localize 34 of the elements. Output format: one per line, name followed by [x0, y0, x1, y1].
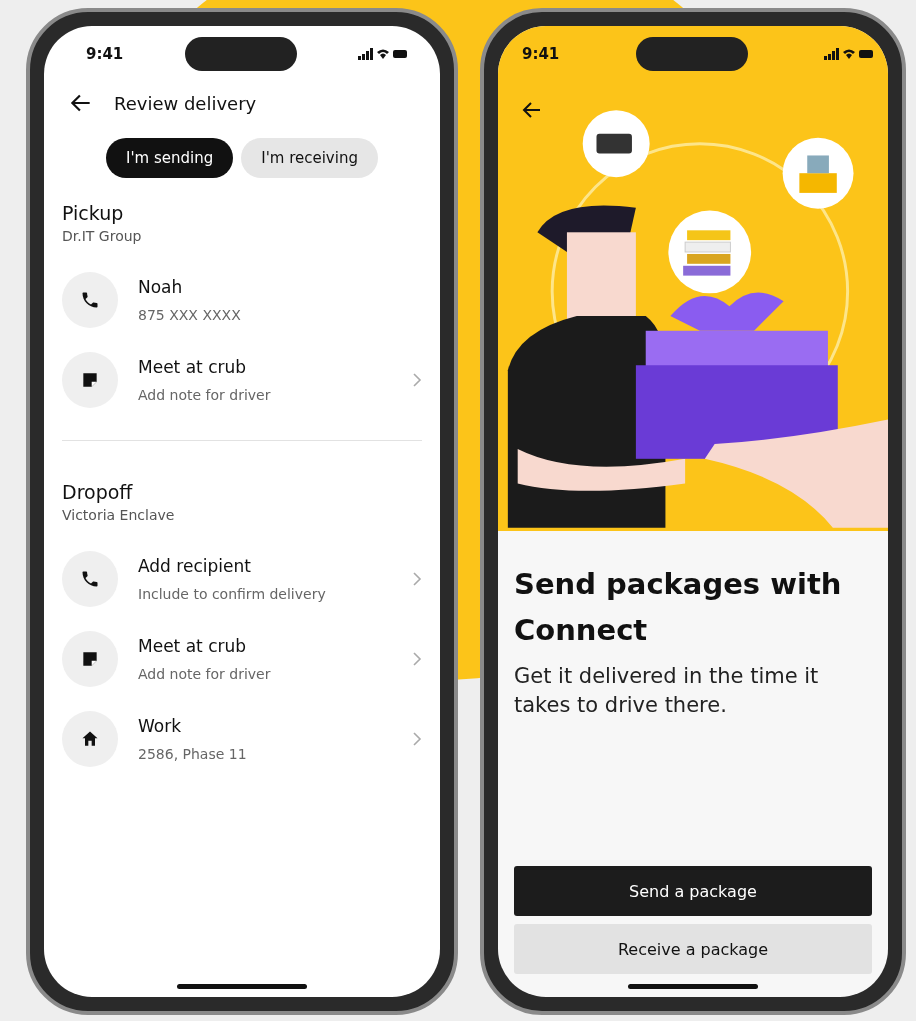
row-detail: Include to confirm delivery	[138, 586, 327, 602]
chevron-icon[interactable]	[412, 571, 422, 587]
chevron-icon[interactable]	[412, 372, 422, 388]
home-icon	[62, 711, 118, 767]
chevron-icon[interactable]	[412, 731, 422, 747]
role-tab[interactable]: I'm receiving	[241, 138, 378, 178]
row-title: Meet at crub	[138, 357, 248, 377]
phone-icon	[62, 551, 118, 607]
row-detail: Add note for driver	[138, 387, 272, 403]
row-title: Work	[138, 716, 183, 736]
promo-text: Get it delivered in the time it takes to drive there.	[514, 662, 820, 720]
row-detail: 2586, Phase 11	[138, 746, 248, 762]
note-icon	[62, 631, 118, 687]
row-detail: 875 XXX XXXX	[138, 307, 242, 323]
section-address: Victoria Enclave	[62, 507, 176, 523]
screen-title: Review delivery	[114, 92, 257, 114]
section-address: Dr.IT Group	[62, 228, 143, 244]
send-button[interactable]: Send a package	[514, 866, 872, 916]
row-title: Noah	[138, 277, 184, 297]
status-time: 9:41	[522, 45, 560, 63]
status-icons	[824, 48, 874, 60]
chevron-icon[interactable]	[412, 651, 422, 667]
note-icon	[62, 352, 118, 408]
row-title: Meet at crub	[138, 636, 248, 656]
role-tab[interactable]: I'm sending	[106, 138, 234, 178]
receive-button[interactable]: Receive a package	[514, 924, 872, 974]
row-detail: Add note for driver	[138, 666, 272, 682]
section-title: Dropoff	[62, 481, 134, 503]
row-title: Add recipient	[138, 556, 252, 576]
section-title: Pickup	[62, 202, 125, 224]
status-icons	[358, 48, 408, 60]
promo-heading: Send packages with Connect	[514, 566, 843, 650]
phone-icon	[62, 272, 118, 328]
status-time: 9:41	[86, 45, 124, 63]
